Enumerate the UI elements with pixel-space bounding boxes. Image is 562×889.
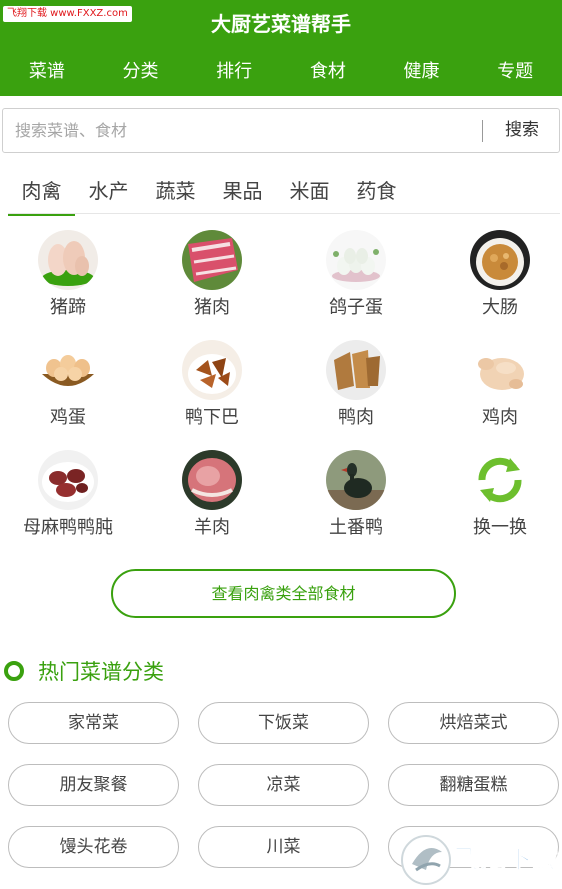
- tab-medicinal-food[interactable]: 药食: [343, 172, 410, 214]
- food-item-pig-trotter[interactable]: 猪蹄: [0, 224, 138, 334]
- duck-chin-photo: [182, 340, 242, 400]
- food-item-duck-chin[interactable]: 鸭下巴: [142, 334, 282, 444]
- category-pill-home-cooking[interactable]: 家常菜: [8, 702, 179, 744]
- food-label: 母麻鸭鸭肫: [23, 517, 113, 538]
- nav-health[interactable]: 健康: [375, 54, 469, 90]
- duck-meat-photo: [326, 340, 386, 400]
- food-item-duck-gizzard[interactable]: 母麻鸭鸭肫: [0, 444, 138, 554]
- food-label: 鸡蛋: [50, 407, 86, 428]
- category-pill-party[interactable]: 朋友聚餐: [8, 764, 179, 806]
- view-all-meat-button[interactable]: 查看肉禽类全部食材: [111, 569, 456, 618]
- food-label: 换一换: [473, 517, 527, 538]
- egg-basket-photo: [38, 340, 98, 400]
- section-dot-icon: [4, 661, 24, 681]
- pig-trotter-photo: [38, 230, 98, 290]
- food-label: 猪蹄: [50, 297, 86, 318]
- food-item-intestine[interactable]: 大肠: [430, 224, 562, 334]
- nav-recipes[interactable]: 菜谱: [0, 54, 94, 90]
- food-item-pork[interactable]: 猪肉: [142, 224, 282, 334]
- nav-ingredients[interactable]: 食材: [281, 54, 375, 90]
- duck-gizzard-photo: [38, 450, 98, 510]
- top-nav: 菜谱 分类 排行 食材 健康 专题: [0, 54, 562, 90]
- food-item-muscovy-duck[interactable]: 土番鸭: [286, 444, 426, 554]
- search-divider: [482, 120, 483, 142]
- brand-logo: 飞翔下载: [396, 830, 562, 886]
- food-label: 鸭肉: [338, 407, 374, 428]
- search-input[interactable]: [15, 109, 470, 152]
- food-item-refresh[interactable]: 换一换: [430, 444, 562, 554]
- food-label: 羊肉: [194, 517, 230, 538]
- category-pill-baking[interactable]: 烘焙菜式: [388, 702, 559, 744]
- app-header: 飞翔下载 www.FXXZ.com 大厨艺菜谱帮手 菜谱 分类 排行 食材 健康…: [0, 0, 562, 96]
- category-tabs: 肉禽 水产 蔬菜 果品 米面 药食: [8, 172, 410, 216]
- tab-rice-noodles[interactable]: 米面: [276, 172, 343, 214]
- tab-meat-poultry[interactable]: 肉禽: [8, 172, 75, 216]
- section-title: 热门菜谱分类: [38, 660, 164, 684]
- nav-categories[interactable]: 分类: [94, 54, 188, 90]
- food-label: 大肠: [482, 297, 518, 318]
- intestine-photo: [470, 230, 530, 290]
- tabs-divider: [8, 213, 560, 214]
- tab-fruits[interactable]: 果品: [209, 172, 276, 214]
- svg-text:飞翔下载: 飞翔下载: [454, 845, 558, 875]
- chicken-photo: [470, 340, 530, 400]
- category-pill-rice-dishes[interactable]: 下饭菜: [198, 702, 369, 744]
- food-item-duck-meat[interactable]: 鸭肉: [286, 334, 426, 444]
- muscovy-duck-photo: [326, 450, 386, 510]
- food-label: 猪肉: [194, 297, 230, 318]
- food-label: 鸭下巴: [185, 407, 239, 428]
- refresh-icon: [470, 450, 530, 510]
- food-item-mutton[interactable]: 羊肉: [142, 444, 282, 554]
- food-label: 鸽子蛋: [329, 297, 383, 318]
- food-item-pigeon-egg[interactable]: 鸽子蛋: [286, 224, 426, 334]
- pigeon-egg-photo: [326, 230, 386, 290]
- mutton-photo: [182, 450, 242, 510]
- category-pill-cold-dishes[interactable]: 凉菜: [198, 764, 369, 806]
- nav-topics[interactable]: 专题: [468, 54, 562, 90]
- nav-ranking[interactable]: 排行: [187, 54, 281, 90]
- category-pill-sichuan[interactable]: 川菜: [198, 826, 369, 868]
- search-bar: 搜索: [2, 108, 560, 153]
- tab-seafood[interactable]: 水产: [75, 172, 142, 214]
- food-item-egg[interactable]: 鸡蛋: [0, 334, 138, 444]
- search-button[interactable]: 搜索: [484, 109, 560, 152]
- pork-photo: [182, 230, 242, 290]
- category-pill-fondant-cake[interactable]: 翻糖蛋糕: [388, 764, 559, 806]
- app-title: 大厨艺菜谱帮手: [211, 12, 351, 36]
- food-item-chicken[interactable]: 鸡肉: [430, 334, 562, 444]
- category-pill-steamed-buns[interactable]: 馒头花卷: [8, 826, 179, 868]
- food-label: 鸡肉: [482, 407, 518, 428]
- food-label: 土番鸭: [329, 517, 383, 538]
- tab-vegetables[interactable]: 蔬菜: [142, 172, 209, 214]
